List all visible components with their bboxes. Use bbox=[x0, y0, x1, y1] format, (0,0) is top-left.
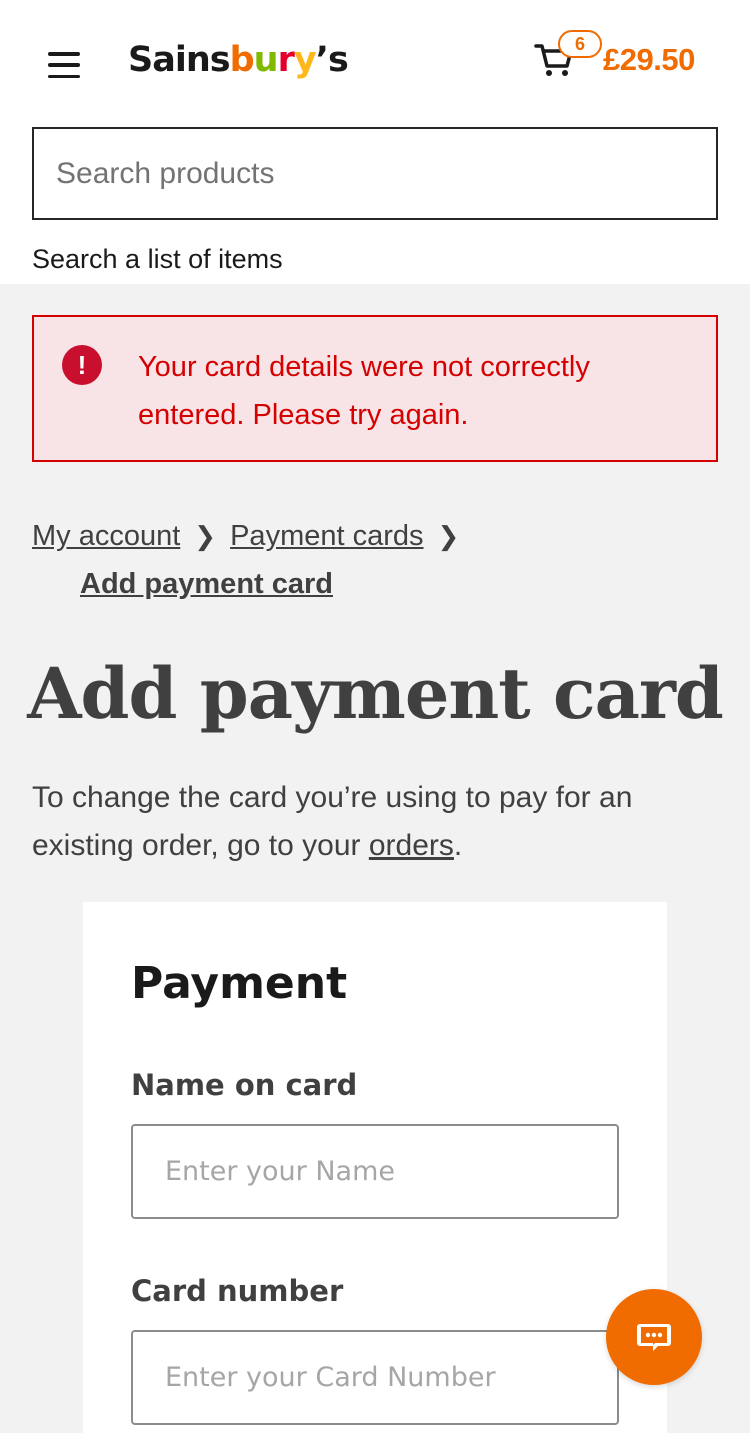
orders-link[interactable]: orders bbox=[369, 829, 454, 862]
chat-icon bbox=[637, 1324, 671, 1351]
error-alert: ! Your card details were not correctly e… bbox=[32, 315, 718, 462]
basket-total[interactable]: £29.50 bbox=[603, 42, 695, 78]
intro-text: To change the card you’re using to pay f… bbox=[32, 774, 722, 870]
chat-button[interactable] bbox=[606, 1289, 702, 1385]
page-title: Add payment card bbox=[27, 652, 724, 735]
hamburger-menu-icon[interactable] bbox=[44, 48, 84, 82]
intro-copy: To change the card you’re using to pay f… bbox=[32, 781, 633, 862]
search-input[interactable] bbox=[32, 127, 718, 220]
chevron-right-icon: ❯ bbox=[194, 521, 217, 551]
search-list-link[interactable]: Search a list of items bbox=[32, 244, 283, 275]
chevron-right-icon: ❯ bbox=[437, 521, 460, 551]
site-header: Sainsbury’s 6 £29.50 Search a list of it… bbox=[0, 0, 750, 284]
basket-count-badge: 6 bbox=[558, 30, 602, 58]
basket-button[interactable]: 6 bbox=[534, 30, 604, 84]
breadcrumb-my-account[interactable]: My account bbox=[32, 520, 180, 552]
card-number-label: Card number bbox=[131, 1274, 344, 1308]
sainsburys-logo[interactable]: Sainsbury’s bbox=[128, 40, 349, 80]
breadcrumb: My account ❯ Payment cards ❯ Add payment ca… bbox=[32, 512, 722, 608]
error-message: Your card details were not correctly ent… bbox=[138, 351, 590, 431]
breadcrumb-payment-cards[interactable]: Payment cards bbox=[230, 520, 423, 552]
breadcrumb-current: Add payment card bbox=[80, 568, 333, 600]
card-number-input[interactable] bbox=[131, 1330, 619, 1425]
name-on-card-label: Name on card bbox=[131, 1068, 358, 1102]
payment-form-title: Payment bbox=[131, 958, 348, 1009]
payment-form: Payment Name on card Card number bbox=[83, 902, 667, 1433]
intro-end: . bbox=[453, 829, 463, 862]
exclamation-icon: ! bbox=[62, 345, 102, 385]
name-on-card-input[interactable] bbox=[131, 1124, 619, 1219]
